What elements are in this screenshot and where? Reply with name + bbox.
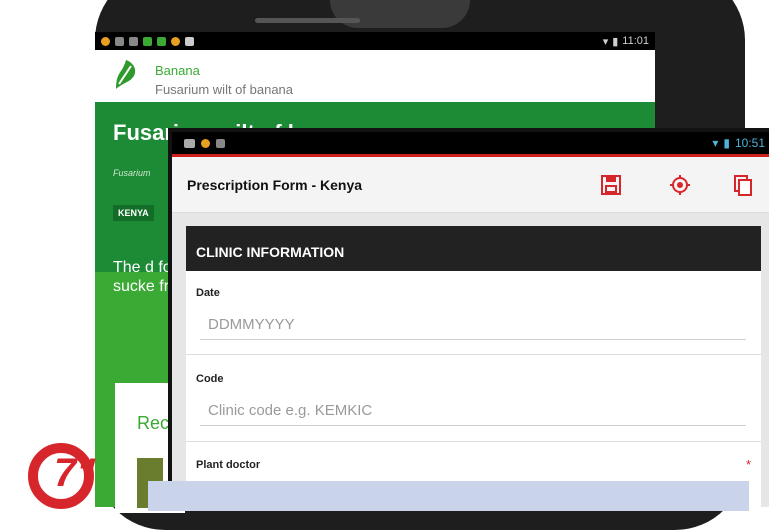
wifi-icon: ▾ <box>712 136 719 150</box>
phone-speaker <box>255 18 360 23</box>
back-latin-name: Fusarium <box>113 168 151 178</box>
clinic-code-input[interactable] <box>200 396 746 426</box>
date-input[interactable] <box>200 310 746 340</box>
wifi-icon: ▾ <box>602 35 609 48</box>
battery-icon: ▮ <box>723 136 730 150</box>
crop-name: Banana <box>155 63 200 78</box>
notification-icon <box>185 36 194 46</box>
back-card-heading: Rec <box>137 413 170 433</box>
date-label: Date <box>196 287 220 299</box>
save-button[interactable] <box>596 170 626 200</box>
leaf-logo-icon <box>116 60 136 89</box>
save-icon <box>601 175 621 195</box>
front-status-bar: ▾ ▮ 10:51 <box>172 132 769 154</box>
notification-icon <box>216 138 225 148</box>
notification-icon <box>101 36 110 46</box>
notification-icon <box>143 36 152 46</box>
battery-icon: ▮ <box>612 35 619 48</box>
copy-button[interactable] <box>728 170 758 200</box>
required-indicator: * <box>746 457 752 472</box>
code-label: Code <box>196 373 224 385</box>
notification-icons <box>184 138 225 148</box>
phone-top-edge <box>330 0 470 28</box>
copy-icon <box>734 175 752 196</box>
field-divider <box>186 441 761 442</box>
notification-icon <box>157 36 166 46</box>
section-title: CLINIC INFORMATION <box>196 244 345 260</box>
notification-icon <box>201 138 210 148</box>
plant-doctor-label: Plant doctor <box>196 459 261 471</box>
status-time: 10:51 <box>734 136 765 150</box>
notification-icon <box>115 36 124 46</box>
field-divider <box>186 354 761 355</box>
location-button[interactable] <box>665 170 695 200</box>
tablet-screen: ▾ ▮ 10:51 Prescription Form - Kenya CLIN… <box>172 132 769 507</box>
image-notification-icon <box>184 138 195 148</box>
status-time: 11:01 <box>622 35 649 47</box>
location-icon <box>670 175 690 195</box>
disease-subtitle: Fusarium wilt of banana <box>155 82 294 97</box>
notification-icons <box>101 36 194 46</box>
country-badge: KENYA <box>113 205 154 221</box>
notification-icon <box>171 36 180 46</box>
form-title: Prescription Form - Kenya <box>187 177 363 193</box>
screen-size-badge: 7" <box>54 451 96 495</box>
back-status-bar: ▾ ▮ 11:01 <box>95 32 655 50</box>
notification-icon <box>129 36 138 46</box>
